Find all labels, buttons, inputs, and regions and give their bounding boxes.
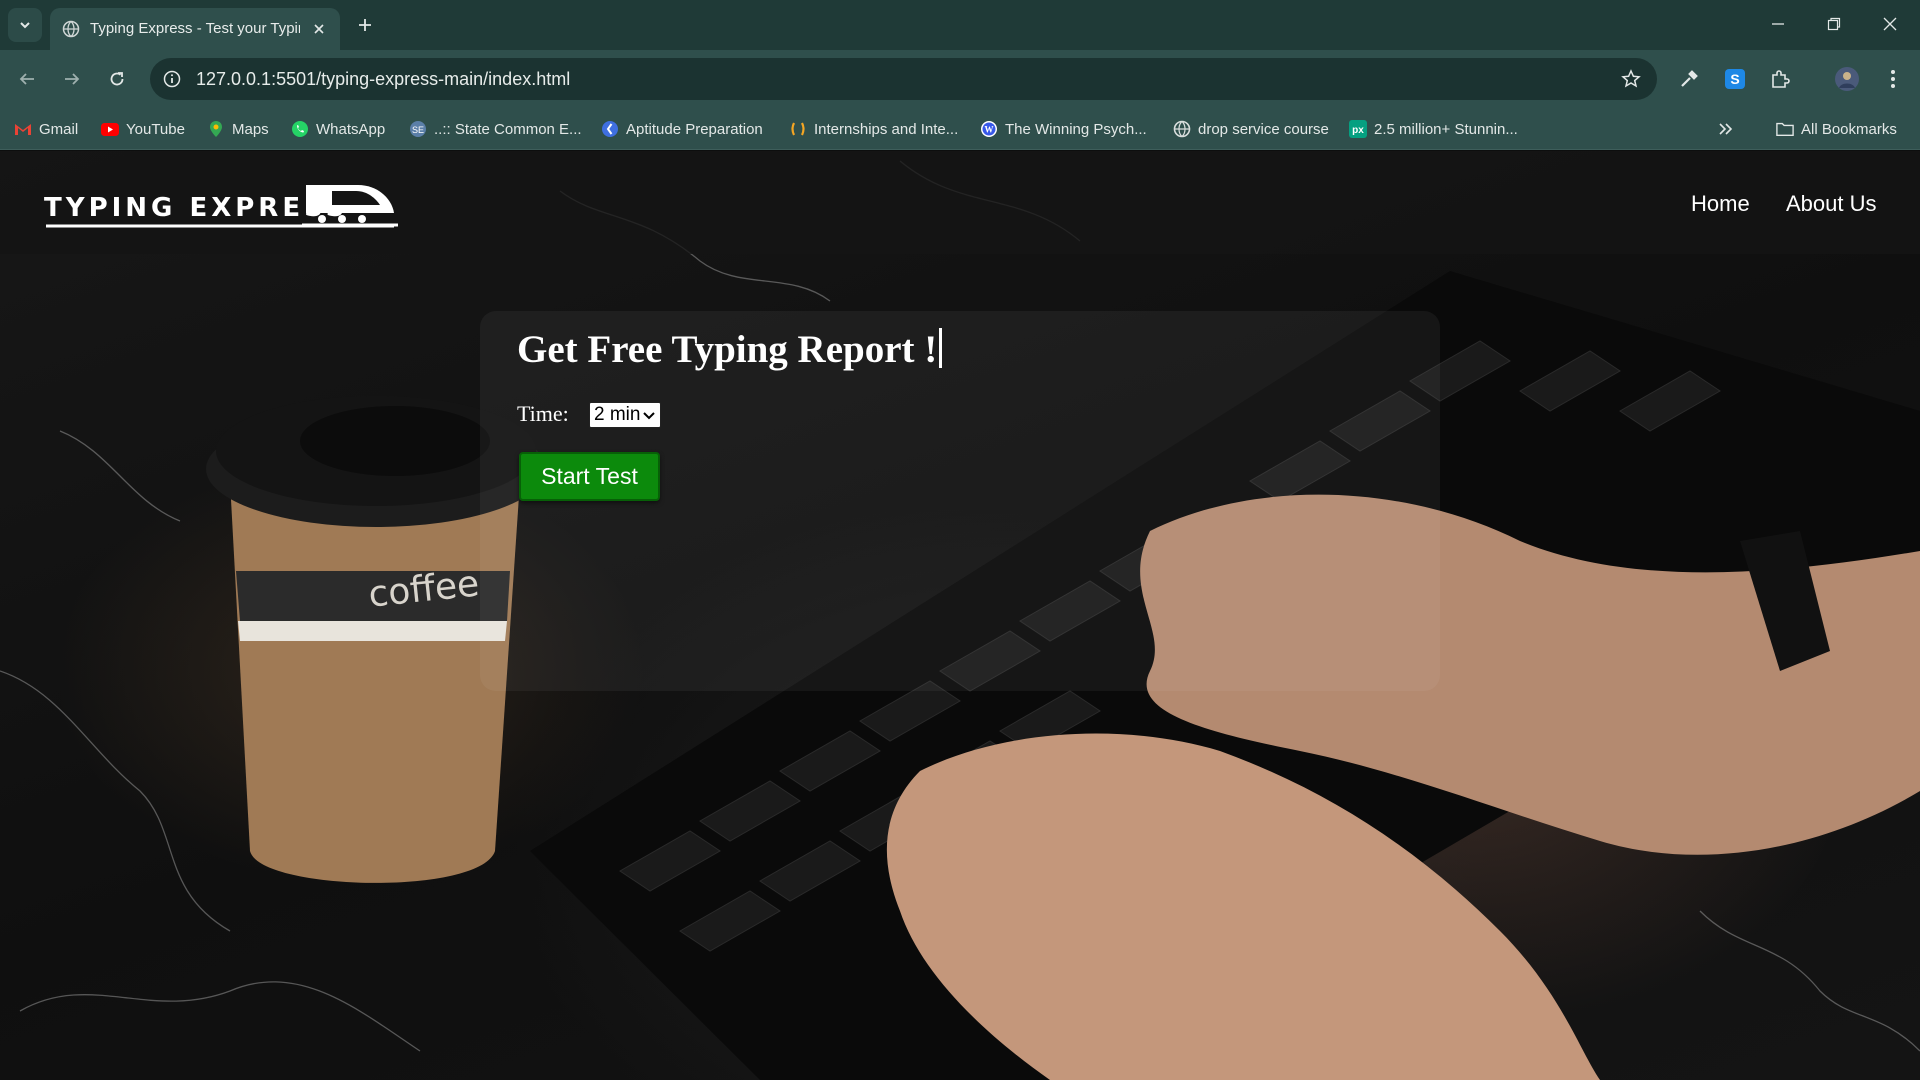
bookmark-state-common[interactable]: SE ..:: State Common E...	[409, 118, 582, 140]
gmail-icon	[15, 124, 31, 135]
nav-home-link[interactable]: Home	[1691, 191, 1750, 217]
bookmark-internships[interactable]: Internships and Inte...	[789, 118, 958, 140]
restore-icon	[1827, 17, 1841, 31]
bookmark-star-button[interactable]	[1619, 67, 1643, 91]
bookmark-drop-service[interactable]: drop service course	[1173, 118, 1329, 140]
svg-text:W: W	[985, 125, 994, 135]
chevron-down-icon	[643, 412, 655, 420]
double-chevron-right-icon	[1719, 123, 1733, 135]
extension-s-icon: S	[1725, 69, 1745, 89]
maps-icon	[210, 121, 222, 137]
plus-icon	[359, 19, 371, 31]
eyedropper-extension-button[interactable]	[1672, 62, 1706, 96]
tab-title: Typing Express - Test your Typir	[90, 20, 300, 37]
bookmark-pexels[interactable]: px 2.5 million+ Stunnin...	[1349, 118, 1518, 140]
s-extension-button[interactable]: S	[1718, 62, 1752, 96]
bookmark-winning-psych[interactable]: W The Winning Psych...	[980, 118, 1147, 140]
page-viewport: coffee TYPING EXPRESS Home About Us Get …	[0, 151, 1920, 1080]
more-bookmarks-button[interactable]	[1718, 118, 1734, 140]
close-icon	[1883, 17, 1897, 31]
bookmark-gmail[interactable]: Gmail	[14, 118, 78, 140]
all-bookmarks-button[interactable]: All Bookmarks	[1776, 118, 1897, 140]
reload-icon	[110, 72, 124, 86]
bookmark-maps[interactable]: Maps	[207, 118, 269, 140]
browser-toolbar: 127.0.0.1:5501/typing-express-main/index…	[0, 50, 1920, 108]
chevron-down-icon	[20, 22, 30, 29]
site-header: TYPING EXPRESS Home About Us	[0, 151, 1920, 254]
restore-button[interactable]	[1814, 8, 1854, 40]
internshala-icon	[791, 122, 805, 136]
folder-icon	[1776, 122, 1794, 136]
star-icon	[1621, 69, 1641, 88]
more-vertical-icon	[1891, 70, 1895, 88]
start-test-button[interactable]: Start Test	[519, 452, 660, 501]
nav-about-link[interactable]: About Us	[1786, 191, 1877, 217]
svg-text:px: px	[1352, 125, 1364, 136]
new-tab-button[interactable]	[350, 12, 380, 38]
tab-close-button[interactable]	[308, 18, 330, 40]
active-tab[interactable]: Typing Express - Test your Typir	[50, 8, 340, 50]
wordpress-icon: W	[981, 121, 997, 137]
extensions-button[interactable]	[1763, 62, 1797, 96]
bookmarks-bar: Gmail YouTube Maps WhatsApp SE ..:: Stat…	[0, 108, 1920, 150]
arrow-left-icon	[19, 73, 34, 85]
url-text: 127.0.0.1:5501/typing-express-main/index…	[196, 69, 571, 89]
logo[interactable]: TYPING EXPRESS	[44, 171, 398, 231]
time-select-value: 2 min	[594, 404, 641, 425]
address-bar[interactable]: 127.0.0.1:5501/typing-express-main/index…	[150, 58, 1657, 100]
bookmark-youtube[interactable]: YouTube	[101, 118, 185, 140]
globe-icon	[1173, 120, 1191, 138]
close-icon	[314, 24, 324, 34]
site-info-button[interactable]	[160, 67, 184, 91]
aptitude-icon	[602, 121, 618, 137]
page-heading: Get Free Typing Report !	[517, 327, 943, 372]
time-select[interactable]: 2 min	[589, 402, 661, 428]
forward-button[interactable]	[55, 62, 89, 96]
bookmark-whatsapp[interactable]: WhatsApp	[291, 118, 385, 140]
eyedropper-icon	[1681, 70, 1698, 87]
puzzle-icon	[1772, 70, 1790, 88]
arrow-right-icon	[65, 73, 80, 85]
bookmark-aptitude[interactable]: Aptitude Preparation	[601, 118, 763, 140]
typing-caret	[939, 328, 943, 368]
whatsapp-icon	[292, 121, 308, 137]
minimize-button[interactable]	[1758, 8, 1798, 40]
profile-button[interactable]	[1830, 62, 1864, 96]
logo-underline	[46, 224, 394, 228]
back-button[interactable]	[10, 62, 44, 96]
svg-text:SE: SE	[412, 125, 424, 135]
svg-text:S: S	[1730, 71, 1739, 87]
globe-icon	[62, 20, 80, 38]
close-window-button[interactable]	[1870, 8, 1910, 40]
tab-strip: Typing Express - Test your Typir	[0, 0, 1920, 50]
globe-icon: SE	[410, 121, 426, 137]
youtube-icon	[101, 122, 119, 136]
minimize-icon	[1772, 23, 1784, 25]
info-icon	[163, 70, 181, 88]
tab-search-button[interactable]	[8, 8, 42, 42]
reload-button[interactable]	[100, 62, 134, 96]
pexels-icon: px	[1349, 120, 1367, 138]
time-label: Time:	[517, 401, 569, 426]
avatar-icon	[1835, 67, 1859, 91]
browser-menu-button[interactable]	[1876, 62, 1910, 96]
